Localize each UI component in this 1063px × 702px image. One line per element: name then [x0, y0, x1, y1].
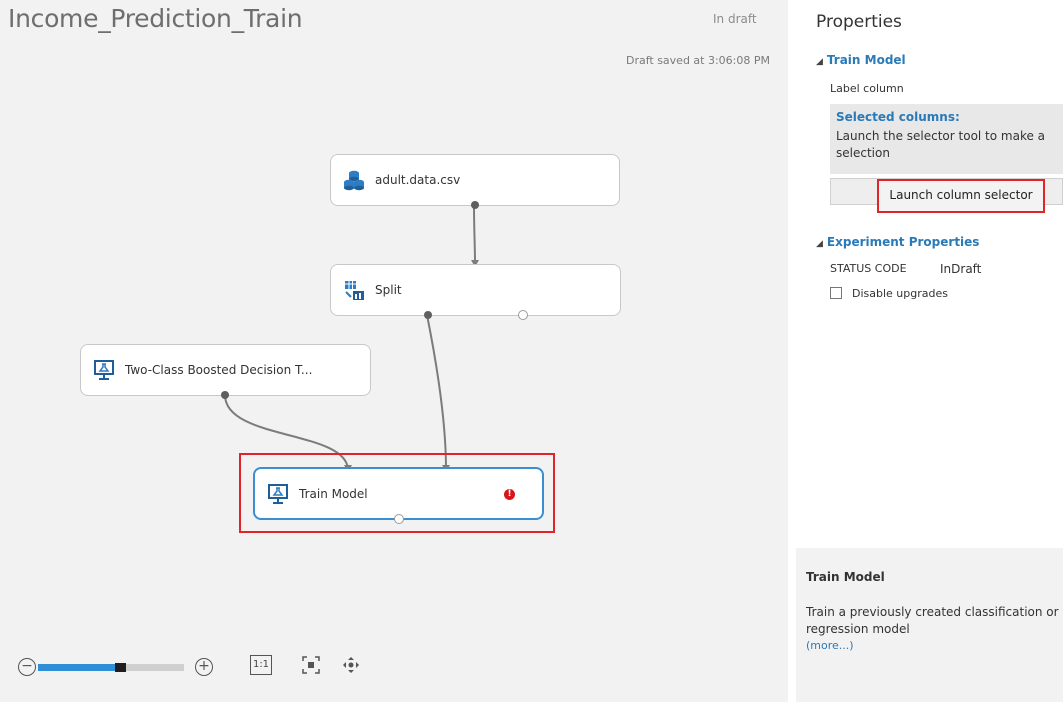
properties-panel: Properties ◢ Train Model Label column Sel… [788, 0, 1063, 702]
experiment-properties-heading[interactable]: ◢ Experiment Properties [816, 235, 979, 249]
help-description: Train a previously created classificatio… [806, 605, 1059, 636]
model-icon [93, 359, 115, 381]
zoom-in-button[interactable]: + [195, 658, 213, 676]
label-column-label: Label column [830, 82, 904, 95]
selected-columns-text: Launch the selector tool to make a selec… [836, 129, 1046, 160]
module-help-box: Train Model Train a previously created c… [796, 548, 1063, 702]
split-module-label: Split [375, 283, 402, 297]
disable-upgrades-checkbox[interactable] [830, 287, 842, 299]
wire-split-to-train [426, 314, 447, 470]
train-model-section-heading[interactable]: ◢ Train Model [816, 53, 906, 67]
split-data-icon [343, 279, 365, 301]
help-title: Train Model [806, 570, 885, 584]
fit-to-screen-icon[interactable] [301, 655, 321, 679]
split-module[interactable]: Split [330, 264, 621, 320]
boosted-decision-tree-module[interactable]: Two-Class Boosted Decision T... [80, 344, 371, 399]
actual-size-button[interactable]: 1:1 [250, 655, 272, 675]
train-model-highlight-box [239, 453, 555, 533]
pan-icon[interactable] [341, 655, 361, 679]
split-output-port-2[interactable] [518, 310, 528, 320]
boosted-decision-tree-label: Two-Class Boosted Decision T... [125, 363, 313, 377]
zoom-slider[interactable] [38, 663, 184, 672]
zoom-slider-fill [38, 664, 126, 671]
boosted-output-port[interactable] [221, 391, 229, 399]
split-output-port-1[interactable] [424, 311, 432, 319]
experiment-canvas[interactable]: Income_Prediction_Train In draft Draft s… [0, 0, 788, 702]
selected-columns-box: Selected columns: Launch the selector to… [830, 104, 1063, 174]
dataset-output-port[interactable] [471, 201, 479, 209]
properties-title: Properties [816, 12, 902, 32]
collapse-triangle-icon[interactable]: ◢ [816, 239, 823, 249]
selected-columns-title: Selected columns: [836, 110, 960, 124]
wire-dataset-to-split [473, 204, 476, 265]
launch-column-selector-button[interactable]: Launch column selector [877, 179, 1045, 213]
disable-upgrades-label[interactable]: Disable upgrades [852, 287, 948, 300]
dataset-icon [343, 169, 365, 191]
more-help-link[interactable]: (more...) [806, 639, 854, 652]
dataset-module[interactable]: adult.data.csv [330, 154, 620, 209]
zoom-slider-thumb[interactable] [114, 663, 126, 672]
status-code-value: InDraft [940, 262, 982, 276]
zoom-out-button[interactable]: − [18, 658, 36, 676]
dataset-module-label: adult.data.csv [375, 173, 461, 187]
status-code-key: STATUS CODE [830, 262, 907, 275]
collapse-triangle-icon[interactable]: ◢ [816, 57, 823, 67]
